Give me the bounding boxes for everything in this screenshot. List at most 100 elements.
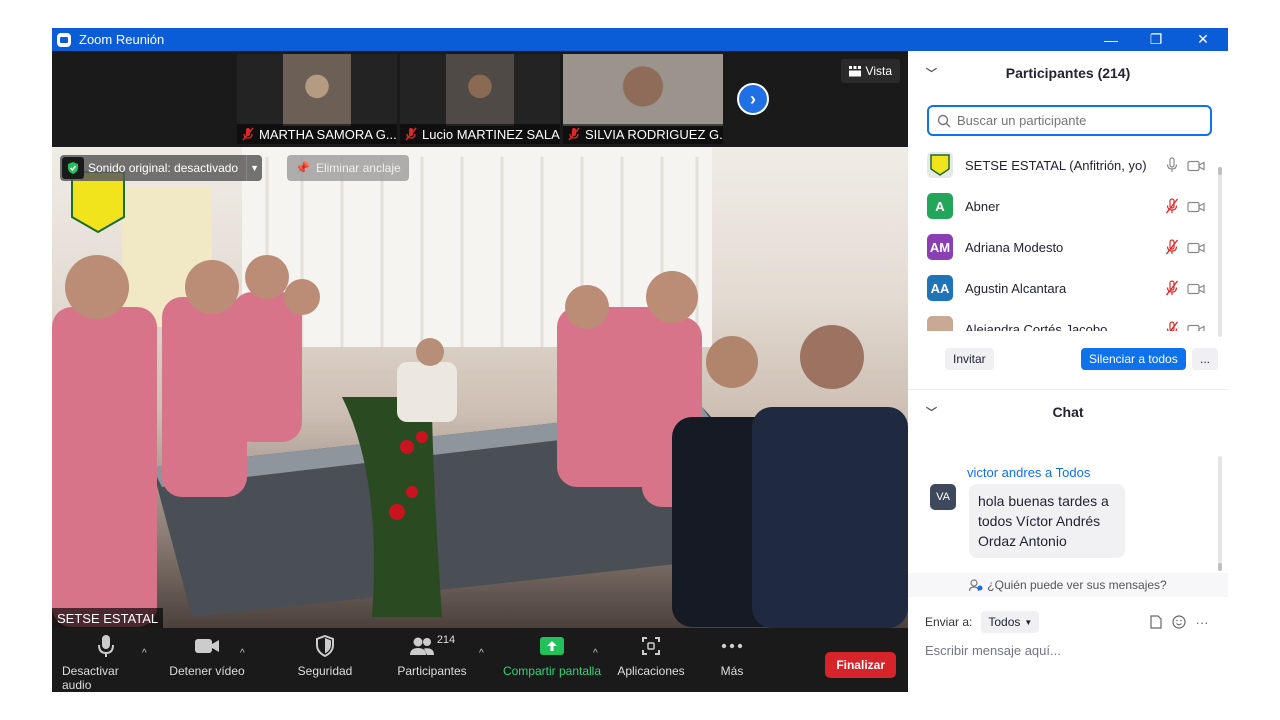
participants-header: ﹀ Participantes (214) [908, 51, 1228, 95]
participant-row[interactable]: A Abner [908, 186, 1218, 226]
avatar: A [927, 193, 953, 219]
participant-list: SETSE ESTATAL (Anfitrión, yo) A Abner AM Adr… [908, 145, 1218, 331]
restore-button[interactable]: ❐ [1133, 28, 1179, 51]
chevron-up-icon[interactable]: ^ [142, 648, 147, 659]
more-dots-icon[interactable]: ··· [1194, 614, 1210, 630]
meeting-room-image [52, 147, 908, 628]
chevron-down-icon[interactable]: ﹀ [926, 404, 937, 420]
participant-video [446, 54, 514, 126]
more-dots-icon [721, 628, 743, 664]
microphone-icon [1165, 157, 1179, 173]
chevron-down-icon[interactable]: ﹀ [926, 65, 937, 81]
video-camera-icon [1187, 241, 1205, 254]
send-to-select[interactable]: Todos ▼ [981, 611, 1040, 633]
participants-scrollbar[interactable] [1218, 167, 1222, 337]
zoom-window: Zoom Reunión — ❐ ✕ MARTHA SAMORA G... Lu… [52, 28, 1228, 692]
apps-icon [641, 628, 661, 664]
microphone-icon [96, 628, 116, 664]
participant-thumbnail[interactable]: SILVIA RODRIGUEZ G... [563, 54, 723, 144]
close-button[interactable]: ✕ [1180, 28, 1226, 51]
mic-muted-icon [567, 127, 581, 141]
participant-row[interactable]: AA Agustin Alcantara [908, 268, 1218, 308]
share-screen-icon [540, 628, 564, 664]
video-camera-icon [194, 628, 220, 664]
shield-icon [315, 628, 335, 664]
security-button[interactable]: Seguridad [290, 628, 360, 692]
video-camera-icon [1187, 200, 1205, 213]
pin-icon: 📌 [295, 161, 310, 175]
chat-message: hola buenas tardes a todos Víctor Andrés… [969, 484, 1125, 558]
participant-row[interactable]: SETSE ESTATAL (Anfitrión, yo) [908, 145, 1218, 185]
mute-audio-button[interactable]: Desactivar audio [62, 628, 150, 692]
chevron-down-icon: ▼ [1024, 617, 1033, 627]
next-page-button[interactable]: › [737, 83, 769, 115]
who-can-see-link[interactable]: ¿Quién puede ver sus mensajes? [908, 573, 1228, 597]
participants-title: Participantes (214) [1005, 65, 1131, 81]
participants-count: 214 [436, 634, 456, 646]
participant-thumbnail[interactable]: MARTHA SAMORA G... [237, 54, 397, 144]
participant-video [283, 54, 351, 126]
view-button[interactable]: Vista [840, 59, 900, 83]
title-bar: Zoom Reunión — ❐ ✕ [52, 28, 1228, 51]
invite-button[interactable]: Invitar [945, 348, 994, 370]
file-icon[interactable] [1148, 614, 1164, 630]
emoji-icon[interactable] [1171, 614, 1187, 630]
mic-muted-icon [1165, 280, 1179, 296]
mic-muted-icon [404, 127, 418, 141]
chevron-up-icon[interactable]: ^ [240, 648, 245, 659]
participant-name: Alejandra Cortés Jacobo [965, 321, 1108, 332]
chat-scrollbar[interactable] [1218, 456, 1222, 571]
side-panel: ﹀ Participantes (214) SETSE ESTATAL (Anf… [908, 51, 1228, 692]
video-camera-icon [1187, 282, 1205, 295]
grid-icon [848, 65, 861, 76]
participant-name: Agustin Alcantara [965, 280, 1067, 296]
participant-row[interactable]: Alejandra Cortés Jacobo [908, 309, 1218, 331]
search-input[interactable] [957, 113, 1197, 128]
chat-sender[interactable]: victor andres a Todos [967, 465, 1090, 480]
shield-check-icon [62, 157, 84, 179]
chat-header: ﹀ Chat [908, 390, 1228, 434]
minimize-button[interactable]: — [1088, 28, 1134, 51]
chat-message-input[interactable] [925, 639, 1215, 661]
person-info-icon [969, 578, 983, 591]
participants-icon [409, 637, 434, 655]
send-to-label: Enviar a: [925, 615, 973, 629]
chevron-right-icon: › [750, 88, 756, 109]
avatar: AA [927, 275, 953, 301]
participant-name: MARTHA SAMORA G... [259, 126, 397, 142]
window-title: Zoom Reunión [79, 32, 165, 47]
main-video: SETSE ESTATAL [52, 147, 908, 628]
more-button[interactable]: Más [712, 628, 752, 692]
avatar [927, 316, 953, 331]
unpin-button[interactable]: 📌 Eliminar anclaje [287, 155, 409, 181]
participants-button[interactable]: 214 Participantes [392, 628, 472, 692]
chevron-up-icon[interactable]: ^ [593, 648, 598, 659]
chevron-down-icon[interactable]: ▼ [246, 155, 262, 181]
share-screen-button[interactable]: Compartir pantalla [500, 628, 604, 692]
participant-name: Adriana Modesto [965, 239, 1064, 255]
original-sound-indicator[interactable]: Sonido original: desactivado ▼ [60, 155, 263, 181]
avatar: VA [930, 484, 956, 510]
participant-search[interactable] [927, 105, 1212, 136]
participant-name: SETSE ESTATAL (Anfitrión, yo) [965, 157, 1147, 173]
avatar [927, 152, 953, 178]
more-options-button[interactable]: ... [1191, 348, 1218, 370]
participant-row[interactable]: AM Adriana Modesto [908, 227, 1218, 267]
avatar: AM [927, 234, 953, 260]
chat-title: Chat [1052, 404, 1084, 420]
mic-muted-icon [1165, 198, 1179, 214]
stop-video-button[interactable]: Detener vídeo [166, 628, 248, 692]
zoom-logo-icon [57, 32, 71, 47]
end-meeting-button[interactable]: Finalizar [825, 652, 896, 678]
thumbnail-strip: MARTHA SAMORA G... Lucio MARTINEZ SALAS [52, 51, 908, 147]
chevron-up-icon[interactable]: ^ [479, 648, 484, 659]
send-to-row: Enviar a: Todos ▼ [925, 611, 1040, 633]
apps-button[interactable]: Aplicaciones [614, 628, 688, 692]
active-speaker-name: SETSE ESTATAL [52, 608, 164, 628]
participant-thumbnail[interactable]: Lucio MARTINEZ SALAS [400, 54, 560, 144]
mic-muted-icon [241, 127, 255, 141]
participant-name: SILVIA RODRIGUEZ G... [585, 126, 723, 142]
participant-name: Lucio MARTINEZ SALAS [422, 126, 560, 142]
video-camera-icon [1187, 323, 1205, 331]
mute-all-button[interactable]: Silenciar a todos [1081, 348, 1186, 370]
